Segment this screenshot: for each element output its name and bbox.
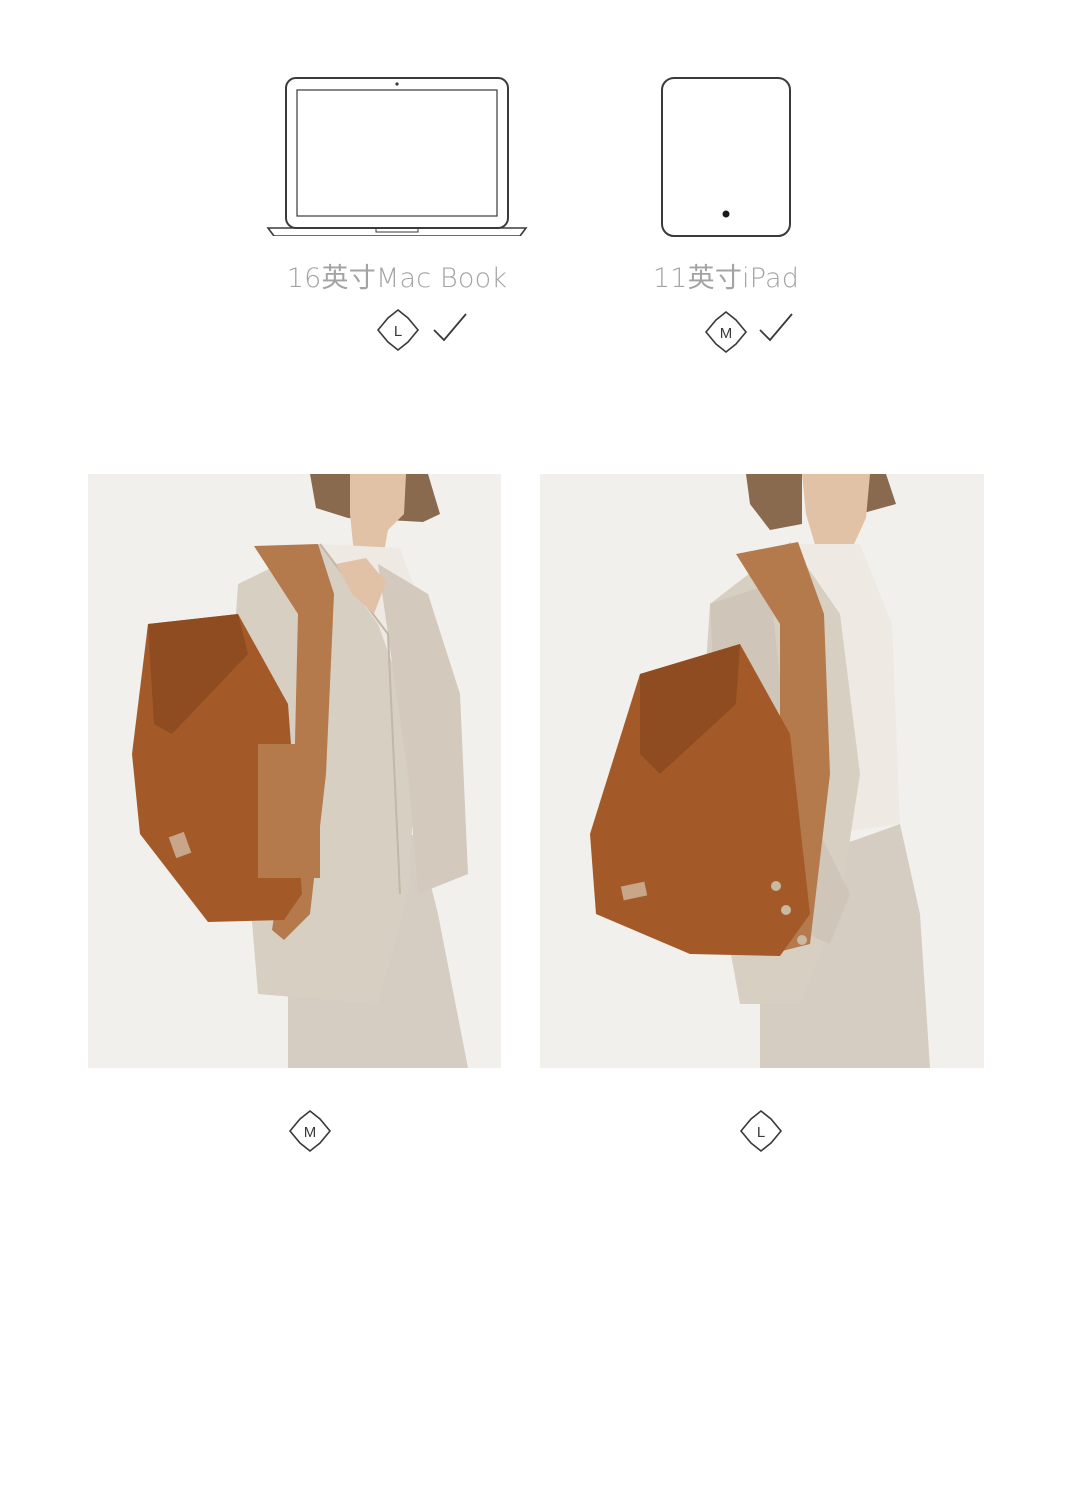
macbook-label: 16英寸Mac Book	[286, 263, 508, 294]
model-photo-large-bag	[540, 474, 984, 1068]
size-l-badge: L	[376, 308, 420, 352]
tablet-device	[660, 76, 792, 238]
svg-text:M: M	[304, 1124, 317, 1141]
size-l-badge: L	[739, 1109, 783, 1153]
svg-text:M: M	[720, 325, 733, 342]
svg-text:L: L	[757, 1124, 765, 1141]
check-icon	[432, 312, 468, 348]
ipad-label: 11英寸iPad	[652, 263, 800, 294]
check-icon	[758, 312, 794, 348]
laptop-device	[266, 76, 528, 237]
svg-text:L: L	[394, 323, 402, 340]
tablet-icon	[661, 77, 791, 237]
model-photo-medium-bag	[88, 474, 501, 1068]
laptop-icon	[266, 77, 528, 237]
size-m-badge: M	[288, 1109, 332, 1153]
size-m-badge: M	[704, 310, 748, 354]
